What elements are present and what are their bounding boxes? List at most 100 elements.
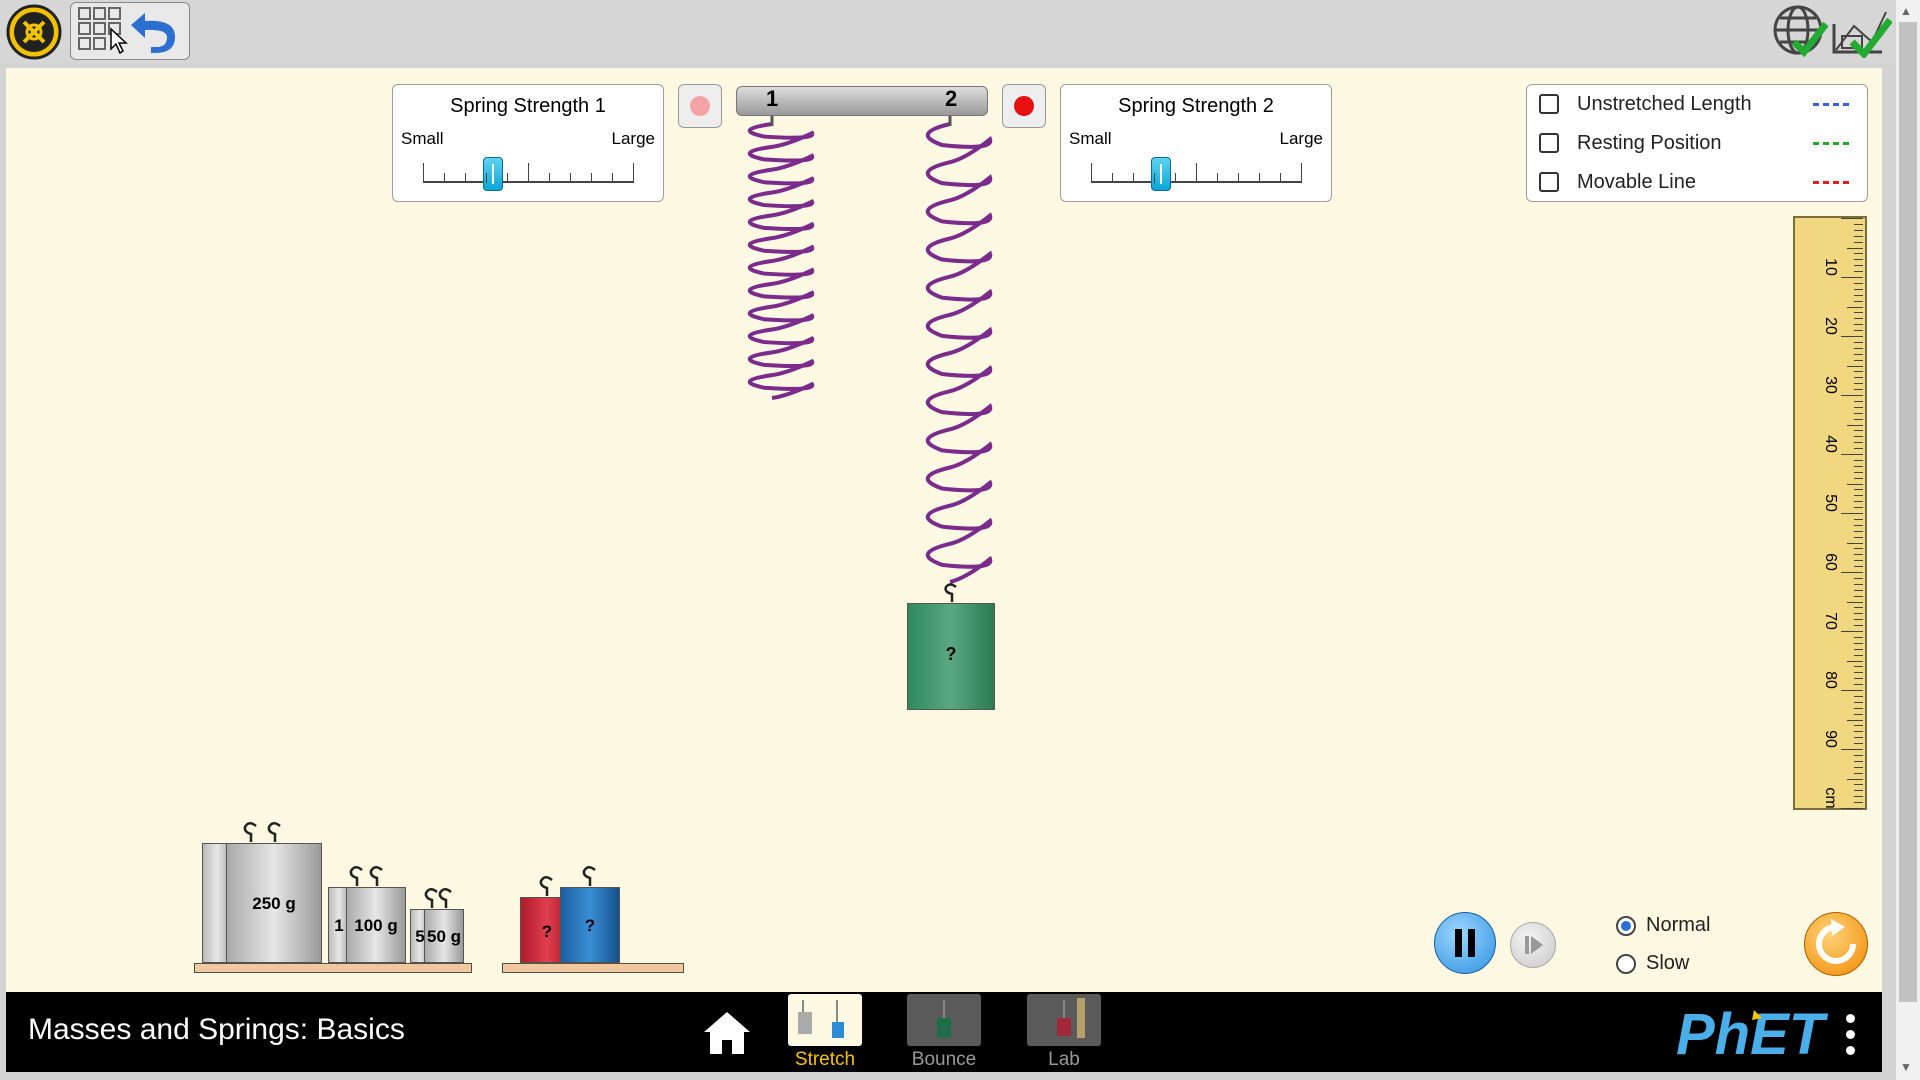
mass-50g[interactable]: 50 g	[424, 909, 464, 963]
slider-tick	[465, 173, 466, 183]
tab-bounce[interactable]: Bounce	[907, 994, 981, 1071]
ruler-tick	[1854, 412, 1863, 414]
ruler-label: 40	[1822, 435, 1839, 453]
reset-all-button[interactable]	[1804, 912, 1868, 976]
radio-normal-icon[interactable]	[1616, 915, 1636, 936]
ruler-tick	[1854, 253, 1863, 255]
ruler-tick	[1854, 589, 1863, 591]
ruler-tick	[1854, 448, 1863, 450]
ruler-tick	[1854, 530, 1863, 532]
ruler-tick	[1854, 707, 1863, 709]
ruler-tick	[1854, 383, 1863, 385]
slider-tick	[1154, 173, 1155, 183]
ruler-tick	[1841, 218, 1863, 219]
mass-250g[interactable]: 250 g	[226, 843, 322, 963]
mystery-mass-blue[interactable]: ?	[560, 887, 620, 963]
ruler-tick	[1854, 737, 1863, 739]
step-forward-button[interactable]	[1510, 922, 1556, 968]
grid-undo-button[interactable]	[70, 2, 190, 60]
ruler-tick	[1854, 223, 1863, 225]
ruler-tick	[1847, 542, 1863, 544]
ruler-tick	[1854, 577, 1863, 579]
ruler-tick	[1854, 318, 1863, 320]
grid-undo-icon	[78, 7, 175, 55]
slider-tick	[1238, 173, 1239, 183]
ruler-tick	[1854, 607, 1863, 609]
app-switcher-button[interactable]	[2, 2, 62, 60]
scroll-down-icon[interactable]: ▼	[1900, 1060, 1912, 1074]
scrollbar-thumb[interactable]	[1899, 22, 1917, 1002]
ruler-tick	[1854, 347, 1863, 349]
ruler-tick	[1854, 536, 1863, 538]
spring-1[interactable]	[748, 122, 815, 400]
checkbox-box[interactable]	[1539, 133, 1559, 153]
ruler-tick	[1854, 772, 1863, 774]
ruler-label: cm	[1822, 787, 1839, 809]
ruler-tick	[1854, 330, 1863, 332]
movable-line-checkbox[interactable]: Movable Line	[1539, 167, 1696, 197]
mystery-mass-blue-label: ?	[584, 916, 596, 935]
sim-title: Masses and Springs: Basics	[28, 1013, 405, 1046]
ruler-tick	[1854, 678, 1863, 680]
slider-tick	[507, 173, 508, 183]
slider-tick	[1217, 173, 1218, 183]
ruler-tick	[1854, 495, 1863, 497]
ruler-tick	[1854, 524, 1863, 526]
ruler-tick	[1854, 672, 1863, 674]
phet-logo[interactable]: PhET	[1676, 1002, 1846, 1067]
stretch-icon	[788, 994, 862, 1046]
slider-tick	[1133, 173, 1134, 183]
pause-button[interactable]	[1434, 912, 1496, 974]
movable-line-label: Movable Line	[1577, 170, 1696, 193]
unstretched-length-checkbox[interactable]: Unstretched Length	[1539, 89, 1752, 119]
home-icon	[704, 1012, 750, 1054]
ruler-tick	[1854, 684, 1863, 686]
spring-2[interactable]	[926, 122, 993, 584]
ruler-tick	[1854, 389, 1863, 391]
ruler-tick	[1854, 430, 1863, 432]
ruler-tick	[1841, 572, 1863, 573]
tab-stretch[interactable]: Stretch	[788, 994, 862, 1071]
home-button[interactable]	[700, 1008, 754, 1058]
hanging-mass[interactable]: ?	[907, 603, 995, 710]
speed-normal-radio[interactable]: Normal	[1616, 914, 1710, 937]
mass-100g[interactable]: 100 g	[346, 887, 406, 963]
ruler-tick	[1854, 595, 1863, 597]
checkbox-box[interactable]	[1539, 172, 1559, 192]
ruler-tick	[1854, 583, 1863, 585]
ruler-tick	[1854, 229, 1863, 231]
ruler-tick	[1854, 442, 1863, 444]
ruler-tick	[1854, 725, 1863, 727]
language-check-icon[interactable]	[1772, 2, 1829, 58]
ruler-tick	[1841, 277, 1863, 278]
spring-2-small-label: Small	[1069, 129, 1112, 148]
ruler-tick	[1854, 766, 1863, 768]
keyboard-check-icon[interactable]	[1832, 6, 1893, 60]
checkbox-box[interactable]	[1539, 94, 1559, 114]
ruler-tick	[1854, 312, 1863, 314]
mass-250g-label: 250 g	[252, 894, 296, 913]
slider-tick	[1196, 163, 1197, 183]
radio-slow-icon[interactable]	[1616, 953, 1636, 974]
ruler-tick	[1854, 288, 1863, 290]
ruler-tick	[1854, 518, 1863, 520]
tab-lab[interactable]: Lab	[1027, 994, 1101, 1071]
ruler-label: 70	[1822, 612, 1839, 630]
speed-slow-radio[interactable]: Slow	[1616, 952, 1689, 975]
slider-tick	[444, 173, 445, 183]
ruler-tick	[1854, 731, 1863, 733]
spring-strength-2-title: Spring Strength 2	[1118, 95, 1274, 117]
ruler-tick	[1854, 713, 1863, 715]
slider-tick	[570, 173, 571, 183]
spring-1-small-label: Small	[401, 129, 444, 148]
resting-position-checkbox[interactable]: Resting Position	[1539, 128, 1722, 158]
ruler-tick	[1854, 796, 1863, 798]
scroll-up-icon[interactable]: ▲	[1900, 4, 1912, 18]
ruler-tick	[1841, 395, 1863, 396]
ruler[interactable]: 10 20 30 40 50 60 70 80 90 cm	[1793, 216, 1867, 810]
resting-position-label: Resting Position	[1577, 131, 1722, 154]
options-menu-button[interactable]	[1840, 1010, 1860, 1060]
ruler-tick	[1847, 424, 1863, 426]
ruler-tick	[1854, 548, 1863, 550]
ruler-tick	[1854, 418, 1863, 420]
